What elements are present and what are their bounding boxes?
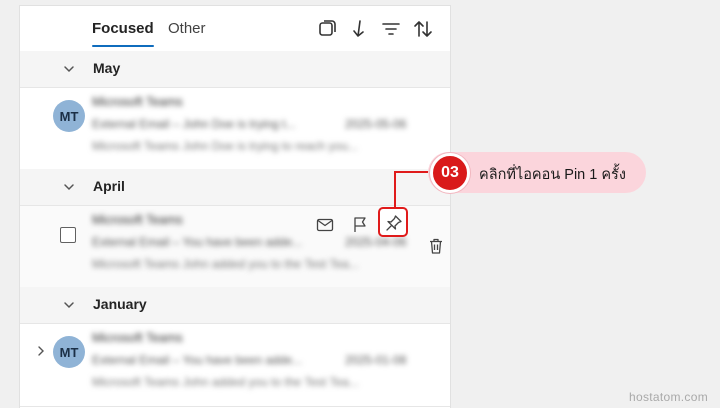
group-header-april[interactable]: April <box>20 169 450 206</box>
sender-name: Microsoft Teams <box>92 213 183 227</box>
group-label: January <box>93 296 147 312</box>
subject-line: External Email – You have been adde... <box>92 353 303 367</box>
message-date: 2025-04-06 <box>345 235 407 249</box>
message-list-panel: Focused Other May MT Microsoft Teams Ext… <box>19 5 451 408</box>
group-header-january[interactable]: January <box>20 287 450 324</box>
subject-line: External Email – You have been adde... <box>92 235 303 249</box>
avatar: MT <box>53 336 85 368</box>
filter-icon[interactable] <box>380 18 402 40</box>
pin-icon[interactable] <box>384 213 404 233</box>
message-preview: Microsoft Teams John Doe is trying to re… <box>92 139 358 153</box>
avatar: MT <box>53 100 85 132</box>
subject-line: External Email – John Doe is trying t... <box>92 117 296 131</box>
callout-connector-vertical <box>394 171 396 209</box>
flag-icon[interactable] <box>350 215 370 235</box>
sort-icon[interactable] <box>412 18 434 40</box>
tab-other[interactable]: Other <box>168 20 206 37</box>
message-preview: Microsoft Teams John added you to the Te… <box>92 257 359 271</box>
message-row-may-1[interactable]: MT Microsoft Teams External Email – John… <box>20 88 450 171</box>
message-list-header: Focused Other <box>20 6 450 52</box>
callout-instruction: คลิกที่ไอคอน Pin 1 ครั้ง <box>479 167 626 183</box>
message-row-january-1[interactable]: MT Microsoft Teams External Email – You … <box>20 324 450 407</box>
group-label: May <box>93 60 121 76</box>
delete-icon[interactable] <box>426 236 446 256</box>
chevron-down-icon[interactable] <box>62 298 76 312</box>
chevron-down-icon[interactable] <box>62 180 76 194</box>
message-date: 2025-01-08 <box>345 353 407 367</box>
jump-down-icon[interactable] <box>348 18 370 40</box>
sender-name: Microsoft Teams <box>92 95 183 109</box>
group-label: April <box>93 178 125 194</box>
select-mode-icon[interactable] <box>316 18 338 40</box>
tab-focused[interactable]: Focused <box>92 20 154 47</box>
watermark: hostatom.com <box>629 390 708 404</box>
chevron-right-icon[interactable] <box>35 345 47 357</box>
chevron-down-icon[interactable] <box>62 62 76 76</box>
sender-name: Microsoft Teams <box>92 331 183 345</box>
message-date: 2025-05-06 <box>345 117 407 131</box>
group-header-may[interactable]: May <box>20 51 450 88</box>
select-checkbox[interactable] <box>60 227 76 243</box>
mark-read-icon[interactable] <box>315 215 335 235</box>
message-row-april-1[interactable]: Microsoft Teams External Email – You hav… <box>20 206 450 289</box>
step-number-badge: 03 <box>430 153 470 193</box>
message-preview: Microsoft Teams John added you to the Te… <box>92 375 359 389</box>
